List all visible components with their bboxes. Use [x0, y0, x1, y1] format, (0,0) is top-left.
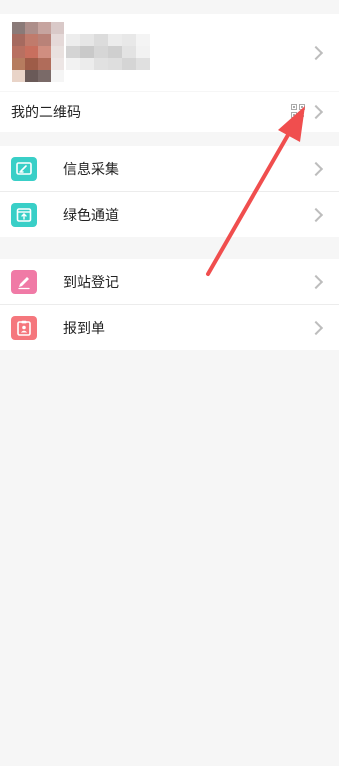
chevron-right-icon — [308, 320, 324, 336]
menu-item-label: 到站登记 — [63, 274, 119, 291]
menu-item-label: 信息采集 — [63, 161, 119, 178]
chevron-right-icon — [308, 104, 324, 120]
menu-item-info-collection[interactable]: 信息采集 — [0, 146, 339, 191]
chevron-right-icon — [308, 161, 324, 177]
pencil-icon — [11, 269, 37, 294]
chevron-right-icon — [308, 207, 324, 223]
menu-item-station-check-in[interactable]: 到站登记 — [0, 259, 339, 304]
menu-item-label: 绿色通道 — [63, 207, 119, 224]
upload-box-icon — [11, 202, 37, 227]
edit-card-icon — [11, 156, 37, 181]
my-qr-code-row[interactable]: 我的二维码 — [0, 92, 339, 132]
menu-item-label: 报到单 — [63, 320, 105, 337]
clipboard-user-icon — [11, 315, 37, 340]
avatar — [12, 22, 64, 82]
chevron-right-icon — [308, 274, 324, 290]
qr-code-icon — [291, 104, 305, 118]
menu-item-green-channel[interactable]: 绿色通道 — [0, 192, 339, 237]
qr-code-label: 我的二维码 — [11, 105, 81, 121]
user-name-blurred — [66, 34, 150, 70]
menu-item-registration-form[interactable]: 报到单 — [0, 305, 339, 350]
profile-card[interactable] — [0, 14, 339, 91]
chevron-right-icon — [308, 45, 324, 61]
